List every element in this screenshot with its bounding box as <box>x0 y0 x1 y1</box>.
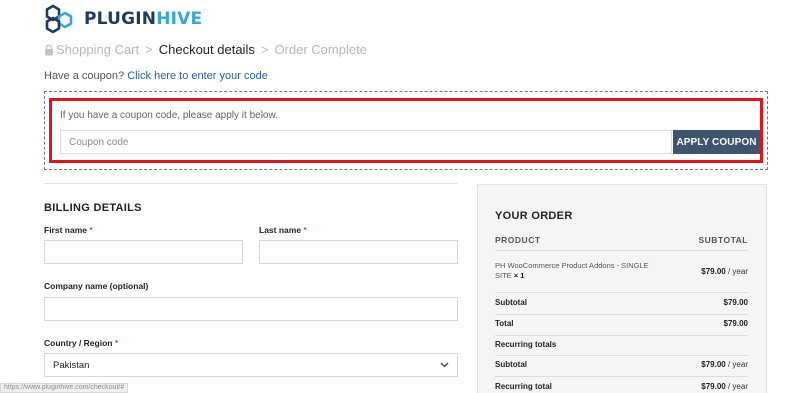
last-name-field[interactable] <box>259 240 458 264</box>
order-divider <box>495 292 748 293</box>
recurring-subtotal-row: Subtotal $79.00 / year <box>495 360 748 369</box>
brand-name: PLUGINHIVE <box>84 9 203 29</box>
coupon-highlight-frame: If you have a coupon code, please apply … <box>49 98 763 163</box>
coupon-hint: If you have a coupon code, please apply … <box>60 110 278 121</box>
recurring-total-value: $79.00 / year <box>701 382 748 391</box>
apply-coupon-button[interactable]: APPLY COUPON <box>673 130 760 154</box>
coupon-notice: Have a coupon? Click here to enter your … <box>44 70 268 82</box>
order-divider <box>495 335 748 336</box>
company-name-label: Company name (optional) <box>44 281 149 291</box>
recurring-subtotal-label: Subtotal <box>495 360 527 369</box>
breadcrumb-checkout-details[interactable]: Checkout details <box>159 42 255 57</box>
breadcrumb-separator: > <box>145 42 153 57</box>
recurring-total-label: Recurring total <box>495 382 552 391</box>
breadcrumb: Shopping Cart > Checkout details > Order… <box>44 42 367 57</box>
coupon-code-input[interactable] <box>60 130 672 154</box>
recurring-total-row: Recurring total $79.00 / year <box>495 382 748 391</box>
company-name-field[interactable] <box>44 297 458 321</box>
coupon-question: Have a coupon? <box>44 70 125 82</box>
coupon-form: If you have a coupon code, please apply … <box>44 91 768 170</box>
subtotal-value: $79.00 <box>723 298 748 307</box>
order-divider <box>495 250 748 251</box>
country-region-label: Country / Region * <box>44 338 119 348</box>
total-value: $79.00 <box>723 319 748 328</box>
order-table-header: PRODUCT SUBTOTAL <box>495 235 748 245</box>
order-divider <box>495 314 748 315</box>
order-review-panel: YOUR ORDER PRODUCT SUBTOTAL PH WooCommer… <box>477 184 767 393</box>
first-name-field[interactable] <box>44 240 243 264</box>
subtotal-row: Subtotal $79.00 <box>495 298 748 307</box>
order-line-item: PH WooCommerce Product Addons - SINGLE S… <box>495 261 748 281</box>
pluginhive-logo[interactable]: PLUGINHIVE <box>44 4 202 34</box>
chevron-down-icon <box>440 362 449 368</box>
last-name-label: Last name * <box>259 225 307 235</box>
recurring-subtotal-value: $79.00 / year <box>701 360 748 369</box>
product-name: PH WooCommerce Product Addons - SINGLE S… <box>495 261 649 280</box>
recurring-totals-heading: Recurring totals <box>495 340 557 349</box>
your-order-title: YOUR ORDER <box>495 210 573 222</box>
billing-details-title: BILLING DETAILS <box>44 202 142 214</box>
breadcrumb-shopping-cart[interactable]: Shopping Cart <box>56 42 139 57</box>
show-coupon-link[interactable]: Click here to enter your code <box>127 70 268 82</box>
breadcrumb-order-complete: Order Complete <box>274 42 367 57</box>
order-divider <box>495 376 748 377</box>
hexagon-logo-icon <box>45 4 73 34</box>
browser-status-url: https://www.pluginhive.com/checkout/# <box>0 383 129 393</box>
product-quantity: × 1 <box>513 271 525 280</box>
first-name-label: First name * <box>44 225 93 235</box>
product-column-header: PRODUCT <box>495 235 541 245</box>
subtotal-label: Subtotal <box>495 298 527 307</box>
billing-divider <box>44 183 458 184</box>
subtotal-column-header: SUBTOTAL <box>698 235 748 245</box>
country-region-select[interactable]: Pakistan <box>44 353 458 377</box>
order-divider <box>495 355 748 356</box>
lock-icon <box>45 43 53 55</box>
country-selected-value: Pakistan <box>53 359 90 371</box>
total-row: Total $79.00 <box>495 319 748 328</box>
breadcrumb-separator: > <box>260 42 269 57</box>
total-label: Total <box>495 319 514 328</box>
product-price: $79.00 / year <box>701 266 748 276</box>
